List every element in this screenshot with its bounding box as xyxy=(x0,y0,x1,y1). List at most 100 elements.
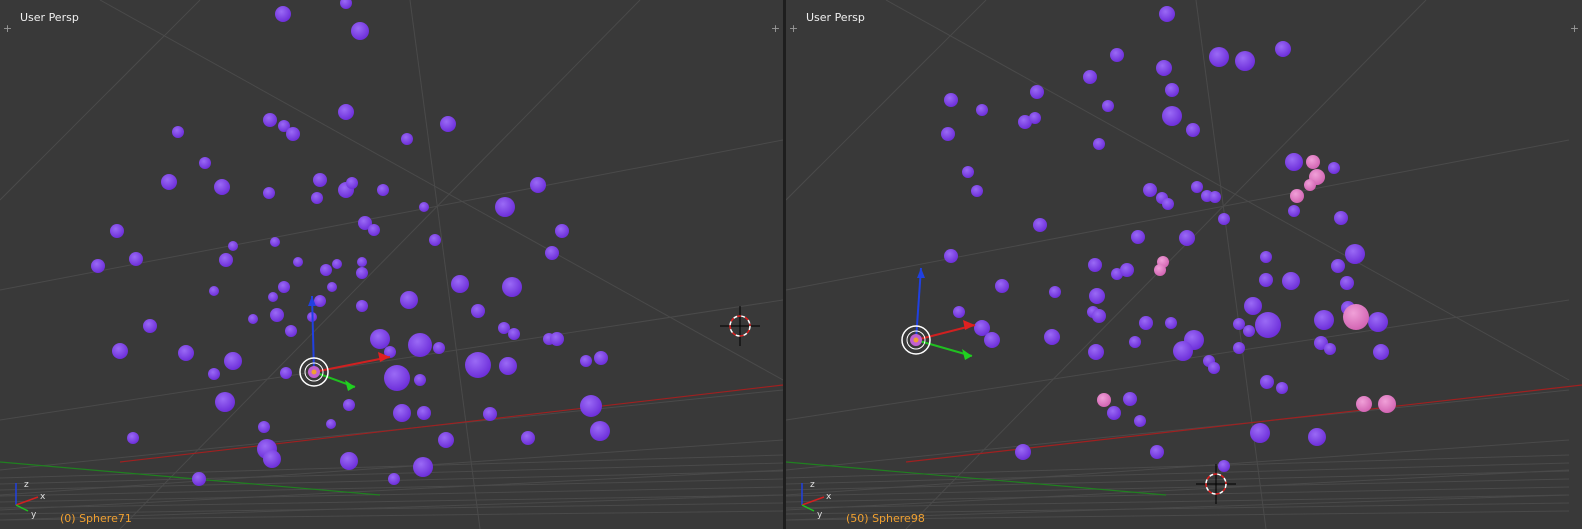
sphere-object xyxy=(580,355,592,367)
axis-label-x: x xyxy=(40,492,46,502)
sphere-object xyxy=(408,333,432,357)
sphere-object xyxy=(209,286,219,296)
sphere-object xyxy=(393,404,411,422)
sphere-object xyxy=(1260,251,1272,263)
viewport-right[interactable]: z xy User Persp + + (50) Sphere98 xyxy=(786,0,1582,529)
sphere-object xyxy=(311,192,323,204)
sphere-object xyxy=(1165,317,1177,329)
sphere-object xyxy=(192,472,206,486)
sphere-object xyxy=(263,187,275,199)
sphere-object xyxy=(1143,183,1157,197)
sphere-object xyxy=(1134,415,1146,427)
sphere-object xyxy=(594,351,608,365)
sphere-object xyxy=(280,367,292,379)
sphere-object xyxy=(555,224,569,238)
sphere-object xyxy=(1244,297,1262,315)
grid-line xyxy=(786,469,1570,511)
sphere-object xyxy=(1334,211,1348,225)
sphere-object xyxy=(1255,312,1281,338)
plus-icon[interactable]: + xyxy=(1569,23,1580,34)
selected-sphere-object xyxy=(1097,393,1111,407)
axis-label-z: z xyxy=(24,480,29,490)
sphere-object xyxy=(368,224,380,236)
sphere-object xyxy=(1173,341,1193,361)
sphere-object xyxy=(1029,112,1041,124)
sphere-object xyxy=(1123,392,1137,406)
sphere-object xyxy=(214,179,230,195)
grid-line xyxy=(409,0,481,529)
sphere-object xyxy=(340,0,352,9)
sphere-object xyxy=(338,104,354,120)
sphere-object xyxy=(346,177,358,189)
sphere-object xyxy=(465,352,491,378)
sphere-object xyxy=(1314,310,1334,330)
sphere-object xyxy=(1218,213,1230,225)
sphere-object xyxy=(357,257,367,267)
sphere-object xyxy=(1276,382,1288,394)
sphere-object xyxy=(1288,205,1300,217)
sphere-object xyxy=(370,329,390,349)
sphere-object xyxy=(208,368,220,380)
sphere-object xyxy=(263,113,277,127)
sphere-object xyxy=(1092,309,1106,323)
sphere-object xyxy=(1373,344,1389,360)
sphere-object xyxy=(1102,100,1114,112)
active-object-status: (0) Sphere71 xyxy=(60,512,132,525)
sphere-object xyxy=(91,259,105,273)
sphere-object xyxy=(1191,181,1203,193)
sphere-object xyxy=(502,277,522,297)
viewport-left[interactable]: z xy User Persp + + (0) Sphere71 xyxy=(0,0,783,529)
y-axis-line xyxy=(786,461,1167,496)
axis-label-y: y xyxy=(31,510,37,520)
3d-cursor-icon xyxy=(720,306,760,346)
grid-line xyxy=(786,494,1570,509)
sphere-object xyxy=(327,282,337,292)
plus-icon[interactable]: + xyxy=(788,23,799,34)
sphere-object xyxy=(1110,48,1124,62)
sphere-object xyxy=(483,407,497,421)
sphere-object xyxy=(400,291,418,309)
sphere-object xyxy=(1308,428,1326,446)
sphere-object xyxy=(172,126,184,138)
sphere-object xyxy=(219,253,233,267)
plus-icon[interactable]: + xyxy=(2,23,13,34)
sphere-object xyxy=(944,249,958,263)
sphere-object xyxy=(971,185,983,197)
grid-line xyxy=(0,0,201,201)
grid-line xyxy=(119,0,641,529)
sphere-object xyxy=(1033,218,1047,232)
sphere-object xyxy=(580,395,602,417)
sphere-object xyxy=(1345,244,1365,264)
viewport-scene-left[interactable]: z xy xyxy=(0,0,783,529)
axis-label-z: z xyxy=(810,480,815,490)
plus-icon[interactable]: + xyxy=(770,23,781,34)
sphere-object xyxy=(1044,329,1060,345)
sphere-object xyxy=(178,345,194,361)
grid-line xyxy=(99,0,783,381)
sphere-object xyxy=(545,246,559,260)
sphere-object xyxy=(1324,343,1336,355)
sphere-object xyxy=(377,184,389,196)
sphere-object xyxy=(258,421,270,433)
sphere-object xyxy=(1083,70,1097,84)
sphere-object xyxy=(498,322,510,334)
sphere-object xyxy=(1235,51,1255,71)
sphere-object xyxy=(1150,445,1164,459)
view-label: User Persp xyxy=(806,11,865,24)
sphere-object xyxy=(1331,259,1345,273)
sphere-object xyxy=(293,257,303,267)
viewport-scene-right[interactable]: z xy xyxy=(786,0,1582,529)
sphere-object xyxy=(228,241,238,251)
sphere-object xyxy=(199,157,211,169)
sphere-object xyxy=(1165,83,1179,97)
sphere-object xyxy=(1368,312,1388,332)
sphere-object xyxy=(530,177,546,193)
sphere-object xyxy=(1275,41,1291,57)
grid-line xyxy=(1195,0,1267,529)
sphere-object xyxy=(1209,47,1229,67)
sphere-object xyxy=(438,432,454,448)
sphere-object xyxy=(1186,123,1200,137)
sphere-object xyxy=(590,421,610,441)
sphere-object xyxy=(263,450,281,468)
sphere-object xyxy=(1156,60,1172,76)
